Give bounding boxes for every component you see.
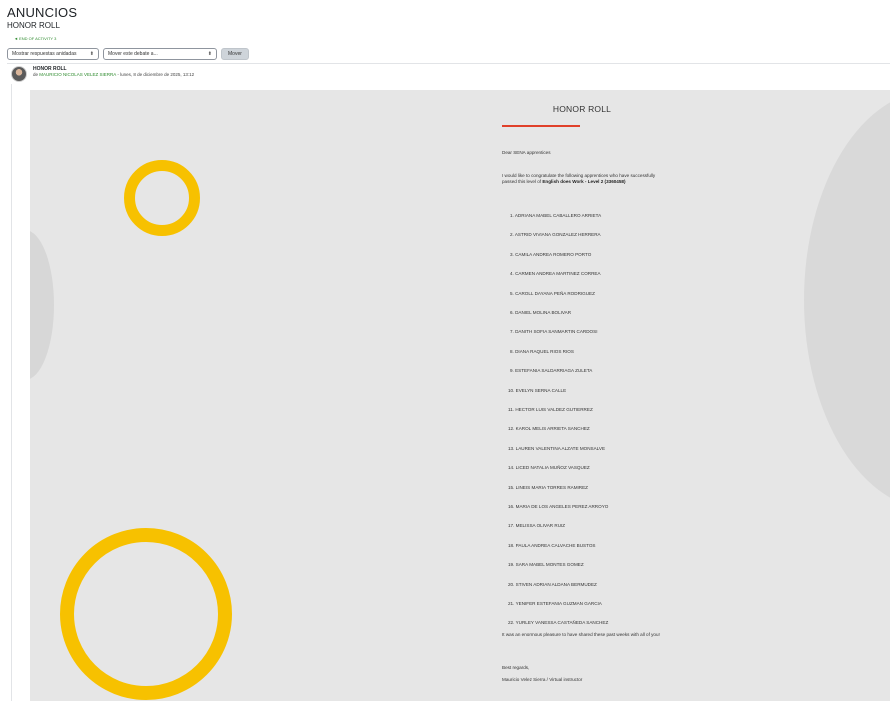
- post-byline: de MAURICIO NICOLAS VELEZ SIERRA - lunes…: [33, 72, 194, 78]
- back-link[interactable]: ◄ END OF ACTIVITY 3: [14, 36, 56, 41]
- list-item: 16. MARIA DE LOS ANGELES PEREZ ARROYO: [508, 504, 609, 509]
- list-item: 11. HECTOR LUIS VALDEZ GUTIERREZ: [508, 407, 593, 412]
- list-item: 15. LINEIS MARIA TORRES RAMIREZ: [508, 484, 588, 490]
- reply-display-select[interactable]: Mostrar respuestas anidadas ⬍: [7, 48, 99, 60]
- list-item: 18. PAULA ANDREA CALVACHE BUSTOS: [508, 542, 596, 548]
- move-discussion-select[interactable]: Mover este debate a... ⬍: [103, 48, 217, 60]
- honor-roll-banner: HONOR ROLL Dear SENA apprentices I would…: [30, 90, 890, 701]
- move-discussion-select-value: Mover este debate a...: [108, 51, 158, 57]
- author-link[interactable]: MAURICIO NICOLAS VELEZ SIERRA: [39, 72, 116, 77]
- page-title: ANUNCIOS: [7, 5, 78, 20]
- list-item: 10. EVELYN SERNA CALLE: [508, 387, 567, 393]
- yellow-ring-large: [60, 528, 232, 700]
- list-item: 12. KAROL MELIS ARRIETA SANCHEZ: [508, 426, 590, 432]
- letter-closing: It was an enormous pleasure to have shar…: [502, 632, 660, 637]
- list-item: 6. DANIEL MOLINA BOLIVAR: [510, 310, 572, 315]
- list-item: 8. DIANA RAQUEL RIOS RIOS: [510, 348, 574, 354]
- yellow-ring-small: [124, 160, 200, 236]
- title-underline: [502, 125, 580, 127]
- avatar[interactable]: [11, 66, 27, 82]
- page-subtitle: HONOR ROLL: [7, 21, 60, 30]
- list-item: 5. CAROLL DAYANA PEÑA RODRIGUEZ: [510, 290, 595, 296]
- post-date: - lunes, 8 de diciembre de 2025, 13:12: [117, 72, 195, 77]
- decorative-arc-left: [30, 230, 54, 380]
- list-item: 4. CARMEN ANDREA MARTINEZ CORREA: [510, 271, 601, 277]
- list-item: 21. YENIFER ESTEFANIA GUZMAN GARCIA: [508, 601, 602, 606]
- move-button[interactable]: Mover: [221, 48, 249, 60]
- list-item: 19. SARA MABEL MONTES GOMEZ: [508, 562, 584, 568]
- byline-prefix: de: [33, 72, 39, 77]
- chevron-down-icon: ⬍: [89, 51, 94, 57]
- list-item: 1. ADRIANA MABEL CABALLERO ARRIETA: [510, 213, 602, 218]
- list-item: 3. CAMILA ANDREA ROMERO PORTO: [510, 251, 592, 257]
- list-item: 17. MELISSA OLIVAR RUIZ: [508, 523, 566, 529]
- letter-signature: Mauricio Velez Sierra / Virtual instruct…: [502, 677, 583, 682]
- discussion-controls: Mostrar respuestas anidadas ⬍ Mover este…: [7, 48, 249, 60]
- list-item: 20. STIVEN ADRIAN ALDANA BERMUDEZ: [508, 581, 597, 587]
- header-divider: [7, 63, 890, 64]
- list-item: 2. ASTRID VIVIANA GONZALEZ HERRERA: [510, 232, 601, 238]
- post-header: HONOR ROLL de MAURICIO NICOLAS VELEZ SIE…: [11, 66, 194, 82]
- letter-regards: Best regards,: [502, 665, 530, 670]
- list-item: 14. LICED NATALIA MUÑOZ VASQUEZ: [508, 465, 590, 471]
- list-item: 13. LAUREN VALENTINA ALZATE MONSALVE: [508, 445, 606, 451]
- letter-greeting: Dear SENA apprentices: [502, 150, 551, 155]
- list-item: 9. ESTEFANIA SALDARRIAGA ZULETA: [510, 368, 593, 374]
- course-name: English does Work - Level 2 (3360458): [542, 179, 626, 184]
- reply-display-select-value: Mostrar respuestas anidadas: [12, 51, 77, 57]
- post-border: [11, 84, 12, 701]
- letter-title: HONOR ROLL: [552, 104, 612, 114]
- list-item: 22. YURLEY VANESSA CASTAÑEDA SANCHEZ: [508, 620, 609, 626]
- list-item: 7. DANITH SOFIA SANMARTIN CARDOSI: [510, 329, 598, 335]
- chevron-down-icon: ⬍: [207, 51, 212, 57]
- letter-intro: I would like to congratulate the followi…: [502, 173, 662, 185]
- decorative-arc-right: [804, 90, 890, 510]
